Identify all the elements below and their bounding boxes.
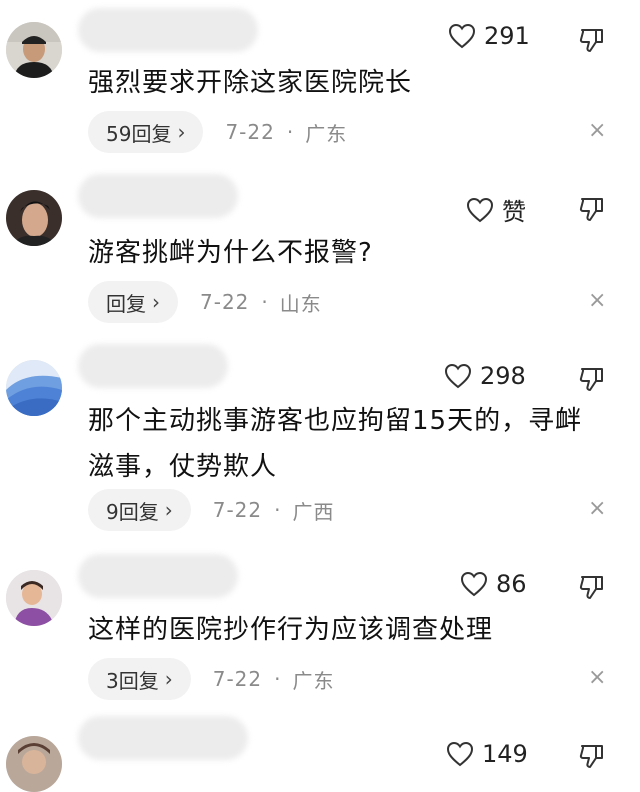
like-button[interactable]: 298 bbox=[444, 362, 526, 390]
like-count: 149 bbox=[482, 740, 528, 768]
chevron-right-icon: › bbox=[164, 498, 173, 522]
avatar[interactable] bbox=[6, 570, 62, 626]
heart-icon bbox=[444, 363, 472, 389]
thumbs-down-icon bbox=[579, 198, 603, 221]
close-icon[interactable]: × bbox=[588, 288, 606, 313]
dislike-button[interactable] bbox=[578, 742, 606, 774]
thumbs-down-icon bbox=[579, 368, 603, 391]
username-blurred[interactable] bbox=[78, 174, 238, 218]
timestamp: 7-22 bbox=[200, 290, 250, 314]
heart-icon bbox=[460, 571, 488, 597]
comment-text: 强烈要求开除这家医院院长 bbox=[88, 68, 413, 98]
region: 广西 bbox=[292, 499, 335, 524]
chevron-right-icon: › bbox=[152, 290, 160, 314]
like-count: 赞 bbox=[502, 198, 526, 226]
like-count: 291 bbox=[484, 22, 530, 50]
like-button[interactable]: 291 bbox=[448, 22, 530, 50]
like-button[interactable]: 149 bbox=[446, 740, 528, 768]
avatar-child-icon bbox=[6, 570, 62, 626]
close-icon[interactable]: × bbox=[588, 665, 606, 690]
reply-button[interactable]: 59回复 › bbox=[88, 111, 204, 153]
username-blurred[interactable] bbox=[78, 716, 248, 760]
comment-text: 游客挑衅为什么不报警? bbox=[88, 238, 373, 268]
close-icon[interactable]: × bbox=[588, 118, 606, 143]
avatar-portrait-icon bbox=[6, 190, 62, 246]
avatar[interactable] bbox=[6, 22, 62, 78]
separator: · bbox=[261, 290, 268, 314]
comment-meta: 回复 › 7-22 · 山东 bbox=[88, 281, 322, 323]
like-button[interactable]: 86 bbox=[460, 570, 527, 598]
reply-label: 9回复 bbox=[106, 499, 159, 524]
avatar[interactable] bbox=[6, 360, 62, 416]
like-button[interactable]: 赞 bbox=[466, 192, 526, 227]
reply-label: 回复 bbox=[106, 291, 146, 316]
dislike-button[interactable] bbox=[578, 195, 606, 227]
reply-label: 3回复 bbox=[106, 668, 159, 693]
avatar[interactable] bbox=[6, 190, 62, 246]
chevron-right-icon: › bbox=[177, 120, 186, 144]
comment-meta: 59回复 › 7-22 · 广东 bbox=[88, 111, 347, 153]
comment-meta: 3回复 › 7-22 · 广东 bbox=[88, 658, 334, 700]
avatar[interactable] bbox=[6, 736, 62, 792]
chevron-right-icon: › bbox=[164, 667, 173, 691]
heart-icon bbox=[448, 23, 476, 49]
heart-icon bbox=[446, 741, 474, 767]
comment-text: 那个主动挑事游客也应拘留15天的，寻衅滋事，仗势欺人 bbox=[88, 406, 583, 482]
comment-text: 这样的医院抄作行为应该调查处理 bbox=[88, 615, 494, 645]
dislike-button[interactable] bbox=[578, 365, 606, 397]
separator: · bbox=[274, 667, 281, 691]
region: 山东 bbox=[279, 291, 322, 316]
region: 广东 bbox=[305, 121, 348, 146]
dislike-button[interactable] bbox=[578, 26, 606, 58]
reply-button[interactable]: 回复 › bbox=[88, 281, 178, 323]
thumbs-down-icon bbox=[579, 745, 603, 768]
heart-icon bbox=[466, 197, 494, 222]
username-blurred[interactable] bbox=[78, 344, 228, 388]
timestamp: 7-22 bbox=[225, 120, 275, 144]
reply-button[interactable]: 3回复 › bbox=[88, 658, 191, 700]
reply-label: 59回复 bbox=[106, 121, 172, 146]
username-blurred[interactable] bbox=[78, 554, 238, 598]
username-blurred[interactable] bbox=[78, 8, 258, 52]
region: 广东 bbox=[292, 668, 335, 693]
dislike-button[interactable] bbox=[578, 573, 606, 605]
like-count: 86 bbox=[496, 570, 527, 598]
timestamp: 7-22 bbox=[212, 498, 263, 522]
separator: · bbox=[286, 120, 294, 144]
avatar-man-cap-icon bbox=[6, 22, 62, 78]
thumbs-down-icon bbox=[579, 576, 603, 599]
thumbs-down-icon bbox=[579, 29, 603, 52]
like-count: 298 bbox=[480, 362, 526, 390]
close-icon[interactable]: × bbox=[588, 496, 606, 521]
comment-meta: 9回复 › 7-22 · 广西 bbox=[88, 489, 334, 531]
avatar-portrait-icon bbox=[6, 736, 62, 792]
separator: · bbox=[274, 498, 281, 522]
timestamp: 7-22 bbox=[212, 667, 263, 691]
avatar-abstract-icon bbox=[6, 360, 62, 416]
reply-button[interactable]: 9回复 › bbox=[88, 489, 191, 531]
